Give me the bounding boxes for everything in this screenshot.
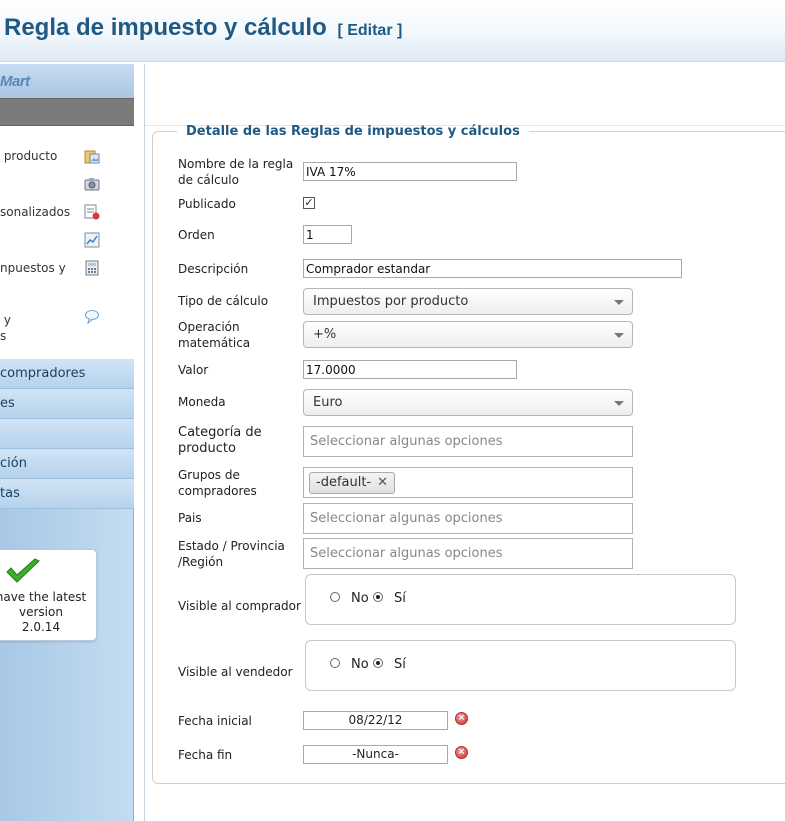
nav-item-orders[interactable]: es bbox=[0, 389, 134, 419]
calc-type-label: Tipo de cálculo bbox=[178, 294, 269, 308]
currency-select[interactable]: Euro bbox=[303, 389, 633, 416]
submenu-item-custom-fields[interactable]: sonalizados bbox=[0, 202, 134, 226]
radio-yes-label: Sí bbox=[394, 657, 406, 672]
nav-item-tools[interactable]: tas bbox=[0, 479, 134, 509]
rule-name-input[interactable] bbox=[303, 162, 517, 181]
toolbar-area bbox=[145, 64, 785, 126]
visible-seller-no-radio[interactable] bbox=[330, 658, 340, 668]
shopper-groups-multiselect[interactable]: -default- ✕ bbox=[303, 467, 633, 498]
submenu-item-media[interactable] bbox=[0, 174, 134, 198]
nav-item-blank[interactable] bbox=[0, 419, 134, 449]
shopper-groups-label: Grupos de compradores bbox=[178, 468, 257, 498]
state-placeholder: Seleccionar algunas opciones bbox=[310, 546, 503, 561]
value-input[interactable] bbox=[303, 360, 517, 379]
published-checkbox[interactable]: ✓ bbox=[303, 197, 315, 209]
visible-seller-label: Visible al vendedor bbox=[178, 665, 293, 679]
version-status-box: have the latest version 2.0.14 bbox=[0, 549, 97, 641]
currency-label: Moneda bbox=[178, 395, 226, 409]
visible-buyer-yes-radio[interactable] bbox=[373, 592, 383, 602]
calculator-icon bbox=[85, 260, 99, 276]
radio-yes-label: Sí bbox=[394, 591, 406, 606]
chip-label: -default- bbox=[316, 475, 372, 490]
sidebar-section-header bbox=[0, 98, 134, 126]
calc-type-value: Impuestos por producto bbox=[313, 294, 469, 309]
end-date-input[interactable]: -Nunca- bbox=[303, 745, 448, 764]
page-title-text: Regla de impuesto y cálculo bbox=[4, 14, 327, 41]
nav-item-label: es bbox=[0, 396, 15, 411]
submenu-item-taxes[interactable]: npuestos y bbox=[0, 260, 134, 296]
calc-type-select[interactable]: Impuestos por producto bbox=[303, 288, 633, 315]
order-input[interactable] bbox=[303, 225, 352, 244]
state-label: Estado / Provincia /Región bbox=[178, 539, 285, 569]
logo-bar: Mart bbox=[0, 64, 134, 98]
selected-group-chip: -default- ✕ bbox=[309, 472, 396, 494]
country-multiselect[interactable]: Seleccionar algunas opciones bbox=[303, 503, 633, 534]
custom-fields-icon bbox=[84, 204, 100, 220]
chart-icon bbox=[84, 232, 100, 248]
start-date-input[interactable]: 08/22/12 bbox=[303, 711, 448, 730]
category-placeholder: Seleccionar algunas opciones bbox=[310, 434, 503, 449]
order-label: Orden bbox=[178, 228, 215, 242]
country-label: Pais bbox=[178, 511, 202, 525]
country-placeholder: Seleccionar algunas opciones bbox=[310, 511, 503, 526]
submenu-item-label: y s bbox=[0, 313, 11, 343]
visible-buyer-radio-group: No Sí bbox=[305, 574, 736, 625]
visible-seller-radio-group: No Sí bbox=[305, 640, 736, 691]
clear-date-icon[interactable]: × bbox=[455, 712, 468, 725]
nav-item-shoppers[interactable]: compradores bbox=[0, 359, 134, 389]
nav-item-label: ción bbox=[0, 456, 27, 471]
nav-item-configuration[interactable]: ción bbox=[0, 449, 134, 479]
logo: Mart bbox=[0, 73, 30, 90]
edit-mode-label: [ Editar ] bbox=[337, 22, 403, 39]
category-multiselect[interactable]: Seleccionar algunas opciones bbox=[303, 426, 633, 457]
nav-item-label: compradores bbox=[0, 366, 86, 381]
version-number: 2.0.14 bbox=[21, 620, 61, 634]
submenu-item-label: npuestos y bbox=[0, 261, 66, 275]
submenu-item-product[interactable]: producto bbox=[0, 146, 134, 170]
chevron-down-icon bbox=[614, 333, 624, 338]
rule-name-label: Nombre de la regla de cálculo bbox=[178, 157, 294, 187]
panel-legend: Detalle de las Reglas de impuestos y cál… bbox=[186, 124, 520, 139]
submenu-item-reviews[interactable]: y s bbox=[0, 306, 134, 346]
submenu-item-label: producto bbox=[0, 149, 58, 163]
chevron-down-icon bbox=[614, 401, 624, 406]
chevron-down-icon bbox=[614, 300, 624, 305]
currency-value: Euro bbox=[313, 395, 343, 410]
checkmark-icon bbox=[6, 558, 40, 583]
description-input[interactable] bbox=[303, 259, 682, 278]
nav-item-label: tas bbox=[0, 486, 20, 501]
clear-date-icon[interactable]: × bbox=[455, 746, 468, 759]
visible-buyer-no-radio[interactable] bbox=[330, 592, 340, 602]
value-label: Valor bbox=[178, 363, 209, 377]
close-icon[interactable]: ✕ bbox=[377, 475, 388, 490]
visible-buyer-label: Visible al comprador bbox=[178, 599, 301, 613]
submenu-item-label: sonalizados bbox=[0, 205, 71, 219]
version-text: have the latest version 2.0.14 bbox=[0, 590, 87, 635]
folder-image-icon bbox=[84, 150, 100, 164]
camera-icon bbox=[84, 178, 100, 191]
description-label: Descripción bbox=[178, 262, 249, 276]
main-content: Detalle de las Reglas de impuestos y cál… bbox=[144, 64, 785, 821]
page-title: Regla de impuesto y cálculo [ Editar ] bbox=[4, 14, 402, 42]
version-line-2: version bbox=[19, 605, 63, 619]
visible-seller-yes-radio[interactable] bbox=[373, 658, 383, 668]
radio-no-label: No bbox=[351, 657, 369, 672]
state-multiselect[interactable]: Seleccionar algunas opciones bbox=[303, 538, 633, 569]
version-line-1: have the latest bbox=[0, 590, 87, 604]
math-op-value: +% bbox=[313, 327, 337, 342]
category-label: Categoría de producto bbox=[178, 425, 262, 456]
math-op-select[interactable]: +% bbox=[303, 321, 633, 348]
end-date-label: Fecha fin bbox=[178, 748, 233, 762]
start-date-label: Fecha inicial bbox=[178, 714, 252, 728]
math-op-label: Operación matemática bbox=[178, 320, 251, 350]
published-label: Publicado bbox=[178, 197, 236, 211]
submenu-item-reports[interactable] bbox=[0, 230, 134, 254]
speech-bubble-icon bbox=[85, 310, 99, 324]
sidebar: Mart producto sonalizados npuestos y y s… bbox=[0, 64, 134, 821]
radio-no-label: No bbox=[351, 591, 369, 606]
page-header: Regla de impuesto y cálculo [ Editar ] bbox=[0, 0, 785, 62]
